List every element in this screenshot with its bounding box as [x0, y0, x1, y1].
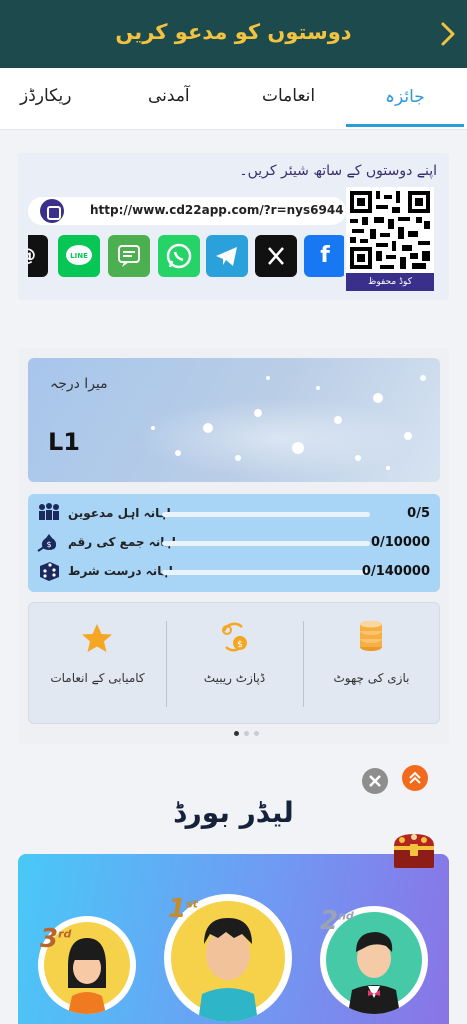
svg-text:$: $	[46, 540, 51, 549]
scroll-top-button[interactable]	[402, 765, 428, 791]
telegram-icon[interactable]	[206, 235, 248, 277]
carousel-dots	[224, 731, 264, 737]
svg-text:$: $	[237, 640, 243, 650]
chevron-right-icon	[441, 22, 455, 46]
tab-income[interactable]: آمدنی	[148, 86, 190, 106]
facebook-icon[interactable]: f	[304, 235, 344, 277]
level-banner: میرا درجہ L1	[28, 358, 440, 482]
share-buttons: @ LINE f	[28, 235, 344, 279]
threads-icon[interactable]: @	[28, 235, 48, 277]
level-title: میرا درجہ	[50, 376, 108, 392]
save-qr-button[interactable]: کوڈ محفوظ	[346, 273, 434, 291]
qr-code[interactable]: کوڈ محفوظ	[346, 187, 434, 291]
money-bag-icon: $	[37, 534, 57, 552]
invite-link[interactable]: http://www.cd22app.com/?r=nys6944	[90, 203, 344, 217]
stat-row-deposits: $ ماہانہ جمع کی رقم 0/10000	[28, 531, 440, 555]
carousel-dot[interactable]	[244, 731, 249, 736]
stat-value: 0/10000	[370, 535, 430, 550]
svg-text:LINE: LINE	[70, 252, 88, 260]
invite-card: اپنے دوستوں کے ساتھ شیئر کریں۔ http://ww…	[18, 153, 449, 300]
x-icon[interactable]	[255, 235, 297, 277]
stat-progress-bar	[162, 512, 370, 517]
leaderboard-title: لیڈر بورڈ	[173, 796, 294, 829]
star-icon	[82, 624, 112, 652]
level-card: میرا درجہ L1 ماہانہ اہل مدعوین 0/5 $ ماہ…	[18, 348, 449, 744]
rank-first: 1st	[168, 894, 198, 924]
tab-bar: جائزہ انعامات آمدنی ریکارڈز	[0, 68, 467, 130]
app-header: دوستوں کو مدعو کریں	[0, 0, 467, 68]
feature-label: کامیابی کے انعامات	[50, 671, 145, 685]
rank-second: 2nd	[320, 906, 354, 936]
stat-progress-bar	[162, 570, 370, 575]
line-icon[interactable]: LINE	[58, 235, 100, 277]
invite-link-field[interactable]: http://www.cd22app.com/?r=nys6944	[28, 197, 346, 225]
close-button[interactable]	[362, 768, 388, 794]
invite-friends-page: دوستوں کو مدعو کریں جائزہ انعامات آمدنی …	[0, 0, 467, 1024]
stat-row-bets: ماہانہ درست شرط 0/140000	[28, 560, 440, 584]
monthly-stats: ماہانہ اہل مدعوین 0/5 $ ماہانہ جمع کی رق…	[28, 494, 440, 592]
leaderboard-podium: 3rd 1st 2nd	[18, 854, 449, 1024]
sms-icon[interactable]	[108, 235, 150, 277]
page-title: دوستوں کو مدعو کریں	[115, 20, 352, 44]
rank-third: 3rd	[40, 924, 72, 954]
stat-progress-bar	[162, 541, 370, 546]
carousel-dot[interactable]	[254, 731, 259, 736]
tab-records[interactable]: ریکارڈز	[20, 86, 72, 106]
feature-achievement-rewards[interactable]: کامیابی کے انعامات	[29, 603, 166, 725]
qr-code-image	[346, 187, 434, 273]
stat-row-invites: ماہانہ اہل مدعوین 0/5	[28, 502, 440, 526]
link-copy-icon[interactable]	[40, 199, 64, 223]
feature-deposit-rebate[interactable]: $ ڈپازٹ ریبیٹ	[166, 603, 303, 725]
feature-bet-discount[interactable]: بازی کی چھوٹ	[303, 603, 440, 725]
carousel-dot-active[interactable]	[234, 731, 239, 736]
treasure-chest-icon[interactable]	[388, 828, 440, 872]
coins-icon	[360, 620, 382, 651]
double-chevron-up-icon	[409, 771, 421, 784]
people-icon	[39, 503, 59, 520]
dice-icon	[40, 562, 59, 581]
stat-value: 0/5	[407, 506, 430, 521]
active-tab-indicator	[346, 124, 464, 127]
back-button[interactable]	[434, 18, 464, 50]
whatsapp-icon[interactable]	[158, 235, 200, 277]
tab-overview[interactable]: جائزہ	[385, 86, 425, 107]
level-value: L1	[48, 428, 80, 456]
close-icon	[369, 775, 381, 787]
stat-value: 0/140000	[361, 564, 430, 579]
feature-label: بازی کی چھوٹ	[333, 671, 410, 685]
tab-rewards[interactable]: انعامات	[262, 86, 315, 106]
feature-label: ڈپازٹ ریبیٹ	[203, 671, 266, 685]
rebate-icon: $	[222, 622, 247, 652]
invite-text: اپنے دوستوں کے ساتھ شیئر کریں۔	[239, 163, 437, 179]
feature-grid: کامیابی کے انعامات $ ڈپازٹ ریبیٹ بازی کی…	[28, 602, 440, 724]
